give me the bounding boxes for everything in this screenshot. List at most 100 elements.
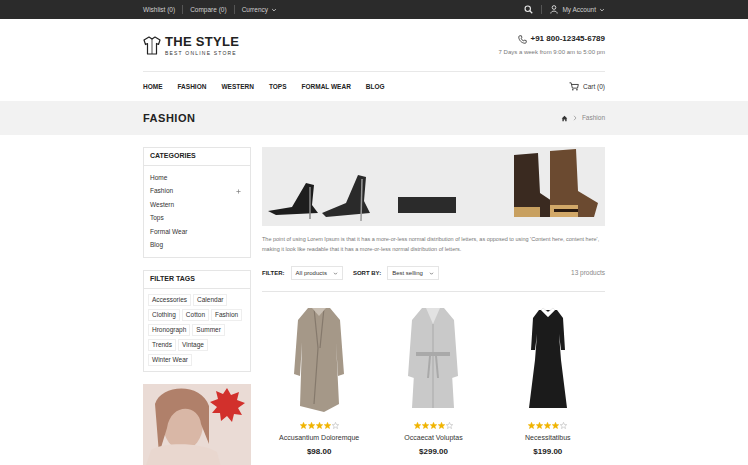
- category-item[interactable]: Tops: [144, 212, 250, 226]
- star-icon: [300, 422, 307, 429]
- sort-label: SORT BY:: [353, 269, 381, 278]
- top-link-label[interactable]: Compare (0): [190, 5, 226, 15]
- category-label[interactable]: Fashion: [150, 186, 173, 196]
- tag[interactable]: Clothing: [148, 309, 180, 321]
- phone-row: +91 800-12345-6789: [518, 33, 605, 45]
- promo-banner[interactable]: [262, 147, 605, 226]
- product-name[interactable]: Occaecat Voluptas: [404, 433, 462, 444]
- star-icon: [332, 422, 339, 429]
- tags-title: FILTER TAGS: [144, 271, 250, 289]
- tag[interactable]: Calendar: [193, 294, 227, 306]
- product-image[interactable]: [498, 302, 598, 418]
- category-label[interactable]: Tops: [150, 213, 164, 223]
- caret-icon: [271, 7, 277, 13]
- star-icon: [308, 422, 315, 429]
- nav-item[interactable]: BLOG: [366, 82, 385, 92]
- top-link[interactable]: Compare (0): [190, 5, 226, 15]
- page-title: FASHION: [143, 110, 195, 127]
- cart-label[interactable]: Cart (0): [583, 82, 605, 92]
- product-card[interactable]: Accusantium Doloremque $98.00: [262, 302, 376, 458]
- filter-select[interactable]: All products: [291, 266, 343, 280]
- category-label[interactable]: Western: [150, 200, 174, 210]
- nav-item[interactable]: FASHION: [178, 82, 207, 92]
- search-icon[interactable]: [524, 5, 533, 14]
- category-item[interactable]: Blog: [144, 239, 250, 253]
- category-item[interactable]: Fashion: [144, 185, 250, 199]
- top-bar-inner: Wishlist (0) Compare (0) Currency My Accoun…: [143, 0, 605, 19]
- account-link[interactable]: My Account: [562, 5, 596, 15]
- tag[interactable]: Winter Wear: [148, 354, 192, 366]
- star-icon: [430, 422, 437, 429]
- cart-icon[interactable]: [569, 82, 579, 91]
- title-band: FASHION Fashion: [0, 101, 748, 135]
- category-item[interactable]: Formal Wear: [144, 225, 250, 239]
- nav-item[interactable]: FORMAL WEAR: [302, 82, 351, 92]
- top-link[interactable]: Wishlist (0): [143, 5, 175, 15]
- categories-box: CATEGORIESHomeFashionWesternTopsFormal W…: [143, 147, 251, 258]
- product-price: $199.00: [533, 446, 562, 458]
- category-label[interactable]: Blog: [150, 240, 163, 250]
- chevron-icon: [573, 115, 577, 121]
- category-item[interactable]: Home: [144, 171, 250, 185]
- top-link-label[interactable]: Wishlist (0): [143, 5, 175, 15]
- product-image[interactable]: [269, 302, 369, 418]
- top-links: Wishlist (0) Compare (0) Currency: [143, 5, 277, 15]
- sort-select-value[interactable]: Best selling: [392, 269, 423, 278]
- logo[interactable]: THE STYLEBEST ONLINE STORE: [143, 35, 239, 56]
- tag[interactable]: Hronograph: [148, 324, 190, 336]
- product-price: $98.00: [307, 446, 331, 458]
- toolbar: FILTER:All productsSORT BY:Best selling1…: [262, 264, 605, 282]
- tag[interactable]: Fashion: [211, 309, 242, 321]
- filter-select-value[interactable]: All products: [296, 269, 327, 278]
- star-rating: [528, 421, 567, 429]
- tag[interactable]: Vintage: [178, 339, 208, 351]
- breadcrumb-item[interactable]: Fashion: [582, 113, 605, 123]
- nav-item[interactable]: TOPS: [269, 82, 287, 92]
- product-count: 13 products: [571, 268, 605, 278]
- star-icon: [544, 422, 551, 429]
- star-icon: [422, 422, 429, 429]
- product-card[interactable]: Necessitatibus $199.00: [491, 302, 605, 458]
- description: The point of using Lorem Ipsum is that i…: [262, 234, 605, 254]
- divider: [541, 5, 542, 14]
- categories-list: Home Fashion Western Tops Formal Wear Blog: [144, 166, 250, 252]
- product-name[interactable]: Necessitatibus: [525, 433, 571, 444]
- tags-list: AccessoriesCalendar ClothingCottonFashion…: [144, 289, 250, 366]
- logo-tagline: BEST ONLINE STORE: [165, 51, 239, 56]
- phone-number: +91 800-12345-6789: [530, 33, 605, 45]
- hours: 7 Days a week from 9:00 am to 5:00 pm: [499, 48, 605, 57]
- user-icon[interactable]: [550, 5, 558, 14]
- product-grid: Accusantium Doloremque $98.00 Occaecat Vol…: [262, 302, 605, 458]
- breadcrumb: Fashion: [561, 113, 605, 123]
- category-label[interactable]: Formal Wear: [150, 227, 187, 237]
- star-icon: [438, 422, 445, 429]
- tag[interactable]: Accessories: [148, 294, 191, 306]
- product-name[interactable]: Accusantium Doloremque: [279, 433, 359, 444]
- cart[interactable]: Cart (0): [569, 82, 605, 92]
- top-link-label[interactable]: Currency: [242, 5, 268, 15]
- expand-icon[interactable]: [236, 189, 241, 194]
- product-image[interactable]: [383, 302, 483, 418]
- tag[interactable]: Summer: [192, 324, 225, 336]
- tag[interactable]: Cotton: [182, 309, 209, 321]
- product-price: $299.00: [419, 446, 448, 458]
- home-icon[interactable]: [561, 115, 568, 122]
- caret-icon: [599, 7, 605, 13]
- top-link[interactable]: Currency: [242, 5, 277, 15]
- product-card[interactable]: Occaecat Voluptas $299.00: [376, 302, 490, 458]
- toolbar-left: FILTER:All productsSORT BY:Best selling: [262, 266, 439, 280]
- main: CATEGORIESHomeFashionWesternTopsFormal W…: [143, 135, 605, 465]
- toolbar-divider: [262, 291, 605, 292]
- logo-text: THE STYLEBEST ONLINE STORE: [165, 35, 239, 56]
- category-item[interactable]: Western: [144, 198, 250, 212]
- star-rating: [300, 421, 339, 429]
- offer-banner[interactable]: [143, 384, 251, 465]
- tag[interactable]: Trends: [148, 339, 176, 351]
- category-label[interactable]: Home: [150, 173, 167, 183]
- caret-icon: [333, 271, 338, 276]
- nav-item[interactable]: WESTERN: [221, 82, 254, 92]
- star-icon: [414, 422, 421, 429]
- sort-select[interactable]: Best selling: [387, 266, 439, 280]
- star-icon: [560, 422, 567, 429]
- nav-item[interactable]: HOME: [143, 82, 163, 92]
